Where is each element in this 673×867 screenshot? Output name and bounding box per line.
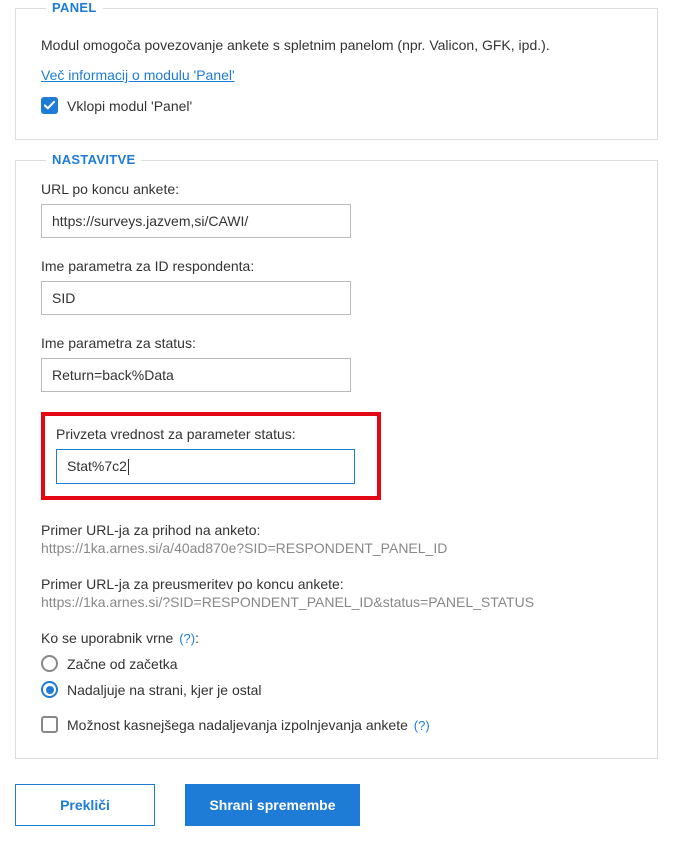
return-section-label: Ko se uporabnik vrne (?): bbox=[41, 630, 632, 646]
panel-more-info-link[interactable]: Več informacij o modulu 'Panel' bbox=[41, 67, 235, 83]
enable-panel-row[interactable]: Vklopi modul 'Panel' bbox=[41, 97, 632, 114]
panel-legend: PANEL bbox=[46, 0, 103, 15]
text-cursor-icon bbox=[128, 459, 129, 475]
help-icon[interactable]: (?) bbox=[179, 631, 195, 646]
buttons-row: Prekliči Shrani spremembe bbox=[15, 784, 658, 826]
radio-continue-label: Nadaljuje na strani, kjer je ostal bbox=[67, 682, 262, 698]
panel-description: Modul omogoča povezovanje ankete s splet… bbox=[41, 37, 632, 53]
param-id-group: Ime parametra za ID respondenta: bbox=[41, 258, 632, 315]
radio-continue-row[interactable]: Nadaljuje na strani, kjer je ostal bbox=[41, 681, 632, 698]
example-redirect-label: Primer URL-ja za preusmeritev po koncu a… bbox=[41, 576, 632, 592]
radio-restart-row[interactable]: Začne od začetka bbox=[41, 655, 632, 672]
example-entry-url: https://1ka.arnes.si/a/40ad870e?SID=RESP… bbox=[41, 540, 632, 556]
param-id-input[interactable] bbox=[41, 281, 351, 315]
return-label-text: Ko se uporabnik vrne bbox=[41, 630, 177, 646]
cancel-button[interactable]: Prekliči bbox=[15, 784, 155, 826]
settings-fieldset: NASTAVITVE URL po koncu ankete: Ime para… bbox=[15, 160, 658, 759]
example-entry-label: Primer URL-ja za prihod na anketo: bbox=[41, 522, 632, 538]
param-status-group: Ime parametra za status: bbox=[41, 335, 632, 392]
default-status-highlight: Privzeta vrednost za parameter status: S… bbox=[41, 412, 381, 500]
param-status-input[interactable] bbox=[41, 358, 351, 392]
later-continue-row[interactable]: Možnost kasnejšega nadaljevanja izpolnje… bbox=[41, 716, 632, 733]
radio-unchecked-icon[interactable] bbox=[41, 655, 58, 672]
radio-checked-icon[interactable] bbox=[41, 681, 58, 698]
default-status-label: Privzeta vrednost za parameter status: bbox=[56, 426, 366, 442]
help-icon[interactable]: (?) bbox=[414, 718, 430, 733]
example-entry-block: Primer URL-ja za prihod na anketo: https… bbox=[41, 522, 632, 556]
param-id-label: Ime parametra za ID respondenta: bbox=[41, 258, 632, 274]
return-colon: : bbox=[195, 630, 199, 646]
example-redirect-block: Primer URL-ja za preusmeritev po koncu a… bbox=[41, 576, 632, 610]
url-end-input[interactable] bbox=[41, 204, 351, 238]
default-status-value: Stat%7c2 bbox=[67, 458, 127, 474]
save-button[interactable]: Shrani spremembe bbox=[185, 784, 360, 826]
example-redirect-url: https://1ka.arnes.si/?SID=RESPONDENT_PAN… bbox=[41, 594, 632, 610]
checkbox-unchecked-icon[interactable] bbox=[41, 716, 58, 733]
panel-fieldset: PANEL Modul omogoča povezovanje ankete s… bbox=[15, 8, 658, 140]
url-end-label: URL po koncu ankete: bbox=[41, 181, 632, 197]
url-end-group: URL po koncu ankete: bbox=[41, 181, 632, 238]
later-continue-label: Možnost kasnejšega nadaljevanja izpolnje… bbox=[67, 717, 430, 733]
default-status-input[interactable]: Stat%7c2 bbox=[56, 449, 355, 484]
settings-legend: NASTAVITVE bbox=[46, 152, 141, 167]
later-label-text: Možnost kasnejšega nadaljevanja izpolnje… bbox=[67, 717, 412, 733]
param-status-label: Ime parametra za status: bbox=[41, 335, 632, 351]
radio-restart-label: Začne od začetka bbox=[67, 656, 178, 672]
checkbox-checked-icon[interactable] bbox=[41, 97, 58, 114]
enable-panel-label: Vklopi modul 'Panel' bbox=[67, 98, 192, 114]
